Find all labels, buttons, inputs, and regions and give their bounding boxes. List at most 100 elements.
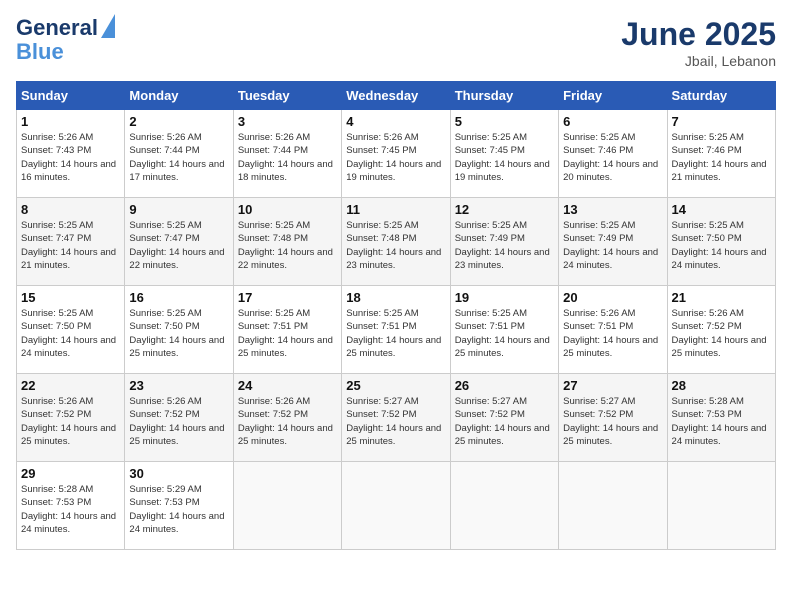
calendar-day-cell: 10 Sunrise: 5:25 AM Sunset: 7:48 PM Dayl…	[233, 198, 341, 286]
day-number: 25	[346, 378, 445, 393]
calendar-day-cell: 2 Sunrise: 5:26 AM Sunset: 7:44 PM Dayli…	[125, 110, 233, 198]
day-info: Sunrise: 5:26 AM Sunset: 7:43 PM Dayligh…	[21, 131, 120, 184]
day-info: Sunrise: 5:25 AM Sunset: 7:51 PM Dayligh…	[455, 307, 554, 360]
calendar-day-cell: 15 Sunrise: 5:25 AM Sunset: 7:50 PM Dayl…	[17, 286, 125, 374]
day-info: Sunrise: 5:25 AM Sunset: 7:46 PM Dayligh…	[672, 131, 771, 184]
day-number: 9	[129, 202, 228, 217]
calendar-day-cell: 5 Sunrise: 5:25 AM Sunset: 7:45 PM Dayli…	[450, 110, 558, 198]
day-info: Sunrise: 5:25 AM Sunset: 7:50 PM Dayligh…	[21, 307, 120, 360]
day-info: Sunrise: 5:26 AM Sunset: 7:52 PM Dayligh…	[238, 395, 337, 448]
day-info: Sunrise: 5:26 AM Sunset: 7:51 PM Dayligh…	[563, 307, 662, 360]
day-number: 18	[346, 290, 445, 305]
calendar-day-cell: 26 Sunrise: 5:27 AM Sunset: 7:52 PM Dayl…	[450, 374, 558, 462]
day-number: 6	[563, 114, 662, 129]
day-number: 1	[21, 114, 120, 129]
calendar-day-cell: 16 Sunrise: 5:25 AM Sunset: 7:50 PM Dayl…	[125, 286, 233, 374]
day-info: Sunrise: 5:25 AM Sunset: 7:50 PM Dayligh…	[672, 219, 771, 272]
day-number: 12	[455, 202, 554, 217]
calendar-day-cell: 11 Sunrise: 5:25 AM Sunset: 7:48 PM Dayl…	[342, 198, 450, 286]
day-number: 22	[21, 378, 120, 393]
calendar-day-cell	[342, 462, 450, 550]
calendar-day-cell: 8 Sunrise: 5:25 AM Sunset: 7:47 PM Dayli…	[17, 198, 125, 286]
calendar-week-row: 22 Sunrise: 5:26 AM Sunset: 7:52 PM Dayl…	[17, 374, 776, 462]
calendar-day-cell: 24 Sunrise: 5:26 AM Sunset: 7:52 PM Dayl…	[233, 374, 341, 462]
day-info: Sunrise: 5:27 AM Sunset: 7:52 PM Dayligh…	[346, 395, 445, 448]
logo: General Blue	[16, 16, 115, 64]
day-info: Sunrise: 5:25 AM Sunset: 7:46 PM Dayligh…	[563, 131, 662, 184]
month-title: June 2025	[621, 16, 776, 53]
day-number: 2	[129, 114, 228, 129]
page-header: General Blue June 2025 Jbail, Lebanon	[16, 16, 776, 69]
weekday-header-wednesday: Wednesday	[342, 82, 450, 110]
day-number: 4	[346, 114, 445, 129]
calendar-day-cell	[450, 462, 558, 550]
day-number: 14	[672, 202, 771, 217]
calendar-day-cell	[667, 462, 775, 550]
calendar-day-cell: 20 Sunrise: 5:26 AM Sunset: 7:51 PM Dayl…	[559, 286, 667, 374]
calendar-day-cell: 21 Sunrise: 5:26 AM Sunset: 7:52 PM Dayl…	[667, 286, 775, 374]
day-number: 15	[21, 290, 120, 305]
day-number: 10	[238, 202, 337, 217]
calendar-day-cell: 30 Sunrise: 5:29 AM Sunset: 7:53 PM Dayl…	[125, 462, 233, 550]
day-number: 5	[455, 114, 554, 129]
calendar-day-cell: 12 Sunrise: 5:25 AM Sunset: 7:49 PM Dayl…	[450, 198, 558, 286]
day-info: Sunrise: 5:25 AM Sunset: 7:48 PM Dayligh…	[238, 219, 337, 272]
day-number: 28	[672, 378, 771, 393]
day-info: Sunrise: 5:25 AM Sunset: 7:51 PM Dayligh…	[238, 307, 337, 360]
calendar-week-row: 8 Sunrise: 5:25 AM Sunset: 7:47 PM Dayli…	[17, 198, 776, 286]
weekday-header-sunday: Sunday	[17, 82, 125, 110]
day-info: Sunrise: 5:26 AM Sunset: 7:52 PM Dayligh…	[21, 395, 120, 448]
title-block: June 2025 Jbail, Lebanon	[621, 16, 776, 69]
weekday-header-saturday: Saturday	[667, 82, 775, 110]
calendar-day-cell: 25 Sunrise: 5:27 AM Sunset: 7:52 PM Dayl…	[342, 374, 450, 462]
day-number: 16	[129, 290, 228, 305]
day-info: Sunrise: 5:25 AM Sunset: 7:45 PM Dayligh…	[455, 131, 554, 184]
day-number: 8	[21, 202, 120, 217]
calendar-day-cell: 3 Sunrise: 5:26 AM Sunset: 7:44 PM Dayli…	[233, 110, 341, 198]
logo-text: General	[16, 16, 98, 40]
day-info: Sunrise: 5:25 AM Sunset: 7:47 PM Dayligh…	[129, 219, 228, 272]
day-info: Sunrise: 5:26 AM Sunset: 7:45 PM Dayligh…	[346, 131, 445, 184]
calendar-day-cell: 17 Sunrise: 5:25 AM Sunset: 7:51 PM Dayl…	[233, 286, 341, 374]
day-info: Sunrise: 5:29 AM Sunset: 7:53 PM Dayligh…	[129, 483, 228, 536]
calendar-day-cell: 4 Sunrise: 5:26 AM Sunset: 7:45 PM Dayli…	[342, 110, 450, 198]
day-info: Sunrise: 5:27 AM Sunset: 7:52 PM Dayligh…	[563, 395, 662, 448]
calendar-week-row: 29 Sunrise: 5:28 AM Sunset: 7:53 PM Dayl…	[17, 462, 776, 550]
location: Jbail, Lebanon	[621, 53, 776, 69]
calendar-day-cell: 18 Sunrise: 5:25 AM Sunset: 7:51 PM Dayl…	[342, 286, 450, 374]
day-number: 26	[455, 378, 554, 393]
weekday-header-thursday: Thursday	[450, 82, 558, 110]
calendar-day-cell: 22 Sunrise: 5:26 AM Sunset: 7:52 PM Dayl…	[17, 374, 125, 462]
day-info: Sunrise: 5:26 AM Sunset: 7:52 PM Dayligh…	[672, 307, 771, 360]
calendar-header-row: SundayMondayTuesdayWednesdayThursdayFrid…	[17, 82, 776, 110]
logo-triangle-icon	[101, 14, 115, 38]
calendar-week-row: 1 Sunrise: 5:26 AM Sunset: 7:43 PM Dayli…	[17, 110, 776, 198]
calendar-day-cell: 14 Sunrise: 5:25 AM Sunset: 7:50 PM Dayl…	[667, 198, 775, 286]
calendar-day-cell: 19 Sunrise: 5:25 AM Sunset: 7:51 PM Dayl…	[450, 286, 558, 374]
day-info: Sunrise: 5:26 AM Sunset: 7:44 PM Dayligh…	[129, 131, 228, 184]
calendar-week-row: 15 Sunrise: 5:25 AM Sunset: 7:50 PM Dayl…	[17, 286, 776, 374]
day-info: Sunrise: 5:25 AM Sunset: 7:49 PM Dayligh…	[563, 219, 662, 272]
day-number: 7	[672, 114, 771, 129]
day-number: 11	[346, 202, 445, 217]
calendar-day-cell: 7 Sunrise: 5:25 AM Sunset: 7:46 PM Dayli…	[667, 110, 775, 198]
day-number: 23	[129, 378, 228, 393]
day-number: 29	[21, 466, 120, 481]
day-number: 20	[563, 290, 662, 305]
day-number: 21	[672, 290, 771, 305]
calendar-day-cell: 23 Sunrise: 5:26 AM Sunset: 7:52 PM Dayl…	[125, 374, 233, 462]
day-info: Sunrise: 5:25 AM Sunset: 7:49 PM Dayligh…	[455, 219, 554, 272]
day-info: Sunrise: 5:26 AM Sunset: 7:52 PM Dayligh…	[129, 395, 228, 448]
day-info: Sunrise: 5:28 AM Sunset: 7:53 PM Dayligh…	[672, 395, 771, 448]
calendar-day-cell: 1 Sunrise: 5:26 AM Sunset: 7:43 PM Dayli…	[17, 110, 125, 198]
weekday-header-friday: Friday	[559, 82, 667, 110]
day-info: Sunrise: 5:27 AM Sunset: 7:52 PM Dayligh…	[455, 395, 554, 448]
weekday-header-monday: Monday	[125, 82, 233, 110]
calendar-day-cell: 29 Sunrise: 5:28 AM Sunset: 7:53 PM Dayl…	[17, 462, 125, 550]
calendar-day-cell: 27 Sunrise: 5:27 AM Sunset: 7:52 PM Dayl…	[559, 374, 667, 462]
day-info: Sunrise: 5:25 AM Sunset: 7:48 PM Dayligh…	[346, 219, 445, 272]
weekday-header-tuesday: Tuesday	[233, 82, 341, 110]
day-info: Sunrise: 5:28 AM Sunset: 7:53 PM Dayligh…	[21, 483, 120, 536]
day-number: 13	[563, 202, 662, 217]
day-number: 3	[238, 114, 337, 129]
